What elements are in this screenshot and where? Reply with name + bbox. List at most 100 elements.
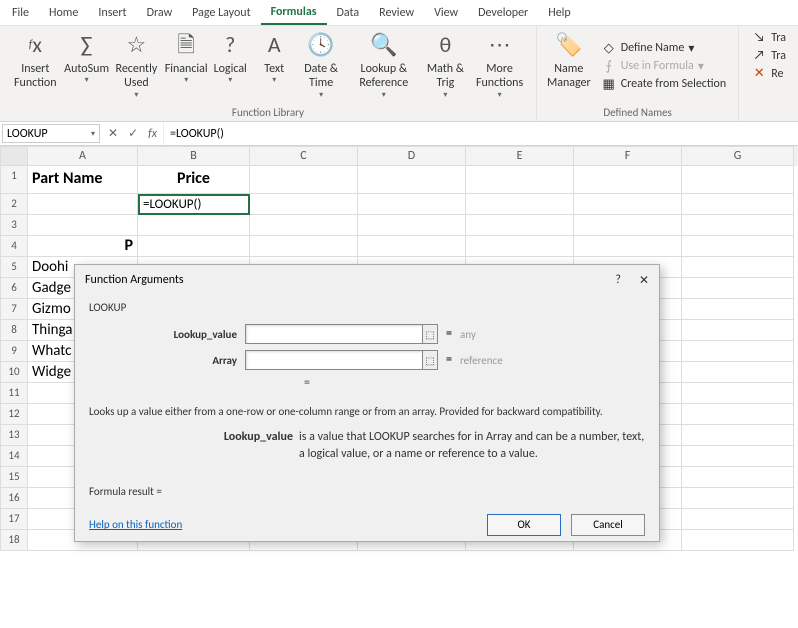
cell[interactable] <box>466 194 574 215</box>
cell[interactable] <box>682 194 794 215</box>
row-header[interactable]: 12 <box>0 404 28 425</box>
row-header[interactable]: 15 <box>0 467 28 488</box>
row-header[interactable]: 1 <box>0 166 28 194</box>
help-icon[interactable]: ? <box>615 273 621 288</box>
row-header[interactable]: 2 <box>0 194 28 215</box>
row-header[interactable]: 5 <box>0 257 28 278</box>
range-picker-icon[interactable]: ⬚ <box>422 324 438 344</box>
menu-formulas[interactable]: Formulas <box>261 1 327 25</box>
cell[interactable] <box>682 530 794 551</box>
menu-help[interactable]: Help <box>538 2 581 24</box>
cell[interactable]: Price <box>138 166 250 194</box>
cell[interactable] <box>358 166 466 194</box>
row-header[interactable]: 11 <box>0 383 28 404</box>
column-header[interactable]: E <box>466 146 574 166</box>
enter-formula-icon[interactable]: ✓ <box>128 126 138 141</box>
cell-selected[interactable]: =LOOKUP() <box>138 194 250 215</box>
cell[interactable] <box>682 446 794 467</box>
cell[interactable] <box>574 236 682 257</box>
column-header[interactable]: C <box>250 146 358 166</box>
cell[interactable] <box>358 194 466 215</box>
formula-input[interactable]: =LOOKUP() <box>163 122 798 145</box>
define-name-button[interactable]: ◇Define Name ▾ <box>601 41 727 56</box>
math-trig-button[interactable]: θMath & Trig▾ <box>422 28 470 104</box>
more-functions-button[interactable]: ⋯More Functions▾ <box>469 28 530 104</box>
help-link[interactable]: Help on this function <box>89 518 182 531</box>
row-header[interactable]: 17 <box>0 509 28 530</box>
ok-button[interactable]: OK <box>487 514 561 536</box>
cell[interactable] <box>250 215 358 236</box>
cell[interactable] <box>682 488 794 509</box>
cancel-formula-icon[interactable]: ✕ <box>108 126 118 141</box>
name-box-input[interactable] <box>7 127 91 141</box>
cell[interactable] <box>250 166 358 194</box>
menu-review[interactable]: Review <box>369 2 424 24</box>
trace-dependents-button[interactable]: ↗Tra <box>751 48 786 63</box>
cell[interactable] <box>682 509 794 530</box>
row-header[interactable]: 9 <box>0 341 28 362</box>
menu-data[interactable]: Data <box>327 2 370 24</box>
cell[interactable] <box>682 320 794 341</box>
select-all-corner[interactable] <box>0 146 28 166</box>
date-time-button[interactable]: 🕓Date & Time▾ <box>296 28 346 104</box>
cell[interactable] <box>682 467 794 488</box>
cell[interactable] <box>466 215 574 236</box>
cell[interactable] <box>138 215 250 236</box>
row-header[interactable]: 3 <box>0 215 28 236</box>
remove-arrows-button[interactable]: ✕Re <box>751 66 786 81</box>
fx-icon[interactable]: fx <box>148 127 157 141</box>
cell[interactable] <box>682 383 794 404</box>
row-header[interactable]: 6 <box>0 278 28 299</box>
row-header[interactable]: 7 <box>0 299 28 320</box>
column-header[interactable]: F <box>574 146 682 166</box>
cell[interactable] <box>682 341 794 362</box>
cell[interactable] <box>682 362 794 383</box>
column-header[interactable]: A <box>28 146 138 166</box>
close-icon[interactable]: ✕ <box>639 273 649 288</box>
menu-home[interactable]: Home <box>39 2 88 24</box>
create-from-selection-button[interactable]: ▦Create from Selection <box>601 77 727 92</box>
text-button[interactable]: AText▾ <box>252 28 296 104</box>
cell[interactable] <box>574 194 682 215</box>
row-header[interactable]: 16 <box>0 488 28 509</box>
name-box[interactable]: ▾ <box>2 124 100 143</box>
cell[interactable] <box>682 278 794 299</box>
cell[interactable] <box>358 236 466 257</box>
cell[interactable] <box>28 194 138 215</box>
cell[interactable] <box>28 215 138 236</box>
cell[interactable] <box>682 257 794 278</box>
name-manager-button[interactable]: 🏷️Name Manager <box>543 28 595 104</box>
insert-function-button[interactable]: fxInsert Function <box>6 28 65 104</box>
cell[interactable] <box>358 215 466 236</box>
array-input[interactable] <box>245 350 423 370</box>
cell[interactable] <box>682 425 794 446</box>
autosum-button[interactable]: ∑AutoSum▾ <box>65 28 109 104</box>
lookup-reference-button[interactable]: 🔍Lookup & Reference▾ <box>346 28 422 104</box>
cell[interactable] <box>682 404 794 425</box>
row-header[interactable]: 8 <box>0 320 28 341</box>
range-picker-icon[interactable]: ⬚ <box>422 350 438 370</box>
menu-file[interactable]: File <box>2 2 39 24</box>
cell[interactable] <box>466 166 574 194</box>
cell[interactable] <box>250 194 358 215</box>
lookup-value-input[interactable] <box>245 324 423 344</box>
cell[interactable] <box>682 299 794 320</box>
cell[interactable]: P <box>28 236 138 257</box>
menu-developer[interactable]: Developer <box>468 2 538 24</box>
trace-precedents-button[interactable]: ↘Tra <box>751 30 786 45</box>
cell[interactable] <box>138 236 250 257</box>
chevron-down-icon[interactable]: ▾ <box>91 129 95 139</box>
row-header[interactable]: 18 <box>0 530 28 551</box>
column-header[interactable]: D <box>358 146 466 166</box>
financial-button[interactable]: 🗎Financial▾ <box>164 28 208 104</box>
row-header[interactable]: 14 <box>0 446 28 467</box>
menu-insert[interactable]: Insert <box>88 2 136 24</box>
cell[interactable] <box>682 166 794 194</box>
cell[interactable] <box>250 236 358 257</box>
logical-button[interactable]: ?Logical▾ <box>208 28 252 104</box>
recently-used-button[interactable]: ☆Recently Used▾ <box>109 28 165 104</box>
cell[interactable] <box>682 236 794 257</box>
cell[interactable] <box>574 215 682 236</box>
menu-draw[interactable]: Draw <box>137 2 183 24</box>
cell[interactable] <box>682 215 794 236</box>
